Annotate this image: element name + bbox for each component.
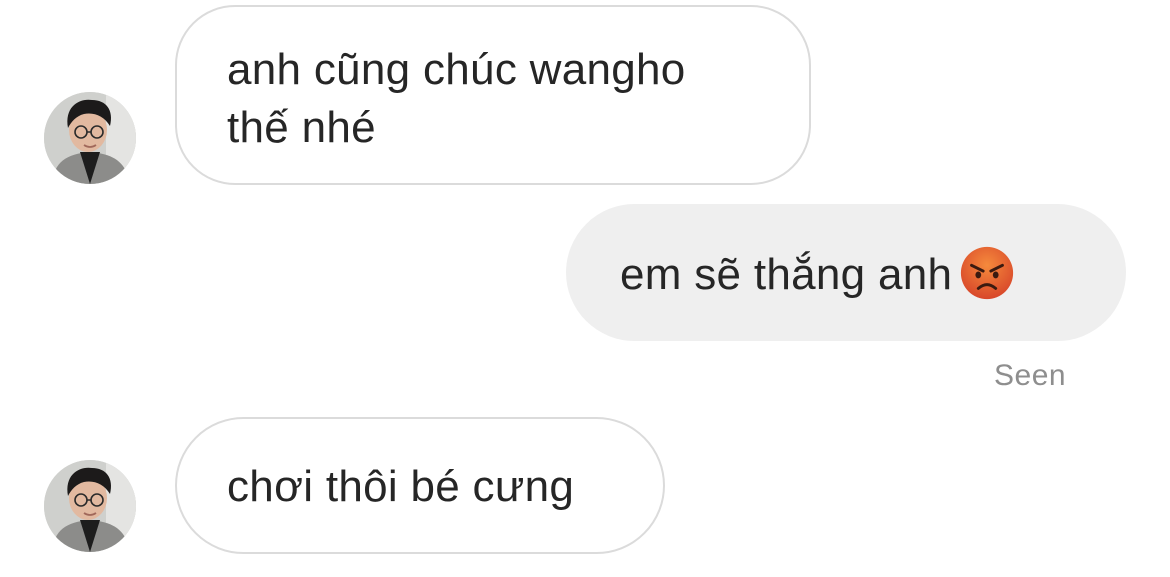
outgoing-message-bubble[interactable]: em sẽ thắng anh [566,204,1126,341]
message-text-line: thế nhé [227,103,376,152]
message-text: em sẽ thắng anh [620,250,953,299]
sender-avatar[interactable] [44,460,136,552]
person-photo-icon [44,460,136,552]
person-photo-icon [44,92,136,184]
seen-receipt: Seen [994,359,1067,392]
incoming-message-bubble[interactable]: chơi thôi bé cưng [175,417,665,554]
sender-avatar[interactable] [44,92,136,184]
message-text-line: anh cũng chúc wangho [227,45,686,94]
message-text-line: em sẽ thắng anh [620,246,1124,304]
message-text: chơi thôi bé cưng [227,462,575,511]
angry-face-emoji-icon [958,244,1016,302]
incoming-message-bubble[interactable]: anh cũng chúc wangho thế nhé [175,5,811,185]
